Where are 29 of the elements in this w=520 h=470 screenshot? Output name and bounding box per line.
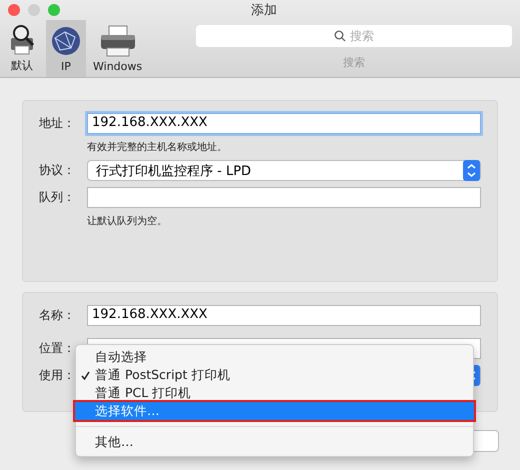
menu-item[interactable]: 自动选择	[75, 348, 474, 366]
field-label: 队列：	[39, 189, 76, 206]
search-icon	[334, 30, 346, 42]
field-label: 位置：	[39, 340, 76, 357]
hint-text: 让默认队列为空。	[87, 214, 168, 228]
field-label: 使用：	[39, 367, 76, 384]
close-button[interactable]	[8, 4, 20, 16]
menu-item[interactable]: 选择软件…	[75, 402, 474, 420]
address-field[interactable]: 192.168.XXX.XXX	[87, 113, 481, 134]
field-label: 名称：	[39, 307, 76, 324]
window-title: 添加	[251, 2, 277, 19]
field-label: 协议：	[39, 162, 76, 179]
search-label: 搜索	[343, 55, 365, 70]
queue-field[interactable]	[87, 187, 481, 208]
name-field[interactable]: 192.168.XXX.XXX	[87, 305, 481, 326]
toolbar-tab[interactable]: IP	[46, 20, 86, 77]
protocol-select[interactable]: 行式打印机监控程序 - LPD	[87, 160, 481, 181]
menu-item[interactable]: 普通 PostScript 打印机	[75, 366, 474, 384]
check-icon	[81, 371, 90, 380]
hint-text: 有效并完整的主机名称或地址。	[87, 140, 228, 154]
toolbar-tab[interactable]: Windows	[90, 20, 146, 77]
minimize-button[interactable]	[28, 4, 40, 16]
field-label: 地址：	[39, 115, 76, 132]
stepper-icon	[463, 160, 480, 181]
menu-item[interactable]: 普通 PCL 打印机	[75, 384, 474, 402]
menu-item[interactable]: 其他…	[75, 433, 474, 451]
toolbar-tab[interactable]: 默认	[2, 20, 42, 77]
globe-icon	[49, 24, 83, 58]
zoom-button[interactable]	[48, 4, 60, 16]
